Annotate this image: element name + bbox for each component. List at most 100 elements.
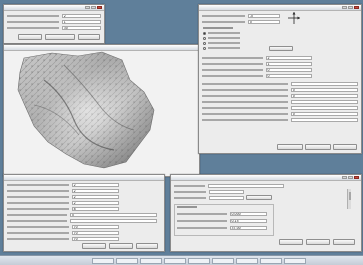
param-input[interactable]: 1 bbox=[61, 19, 101, 24]
param-label bbox=[202, 62, 263, 65]
param-input[interactable]: 70 bbox=[71, 236, 119, 241]
taskbar-item[interactable] bbox=[236, 257, 258, 264]
minimize-icon[interactable] bbox=[342, 5, 347, 9]
window-titlebar[interactable] bbox=[171, 175, 361, 181]
radio-label bbox=[208, 32, 240, 34]
param-row: -0 bbox=[202, 13, 280, 18]
exit-button[interactable] bbox=[333, 144, 357, 150]
param-row: 2 bbox=[7, 182, 119, 187]
radio-icon[interactable] bbox=[203, 41, 206, 45]
param-row: 70 bbox=[7, 230, 119, 235]
select-button[interactable] bbox=[269, 46, 293, 51]
param-label bbox=[7, 20, 59, 23]
exit-button[interactable] bbox=[333, 239, 355, 245]
param-input[interactable]: 0 bbox=[290, 93, 358, 98]
param-row: 0 bbox=[202, 87, 358, 92]
param-input[interactable] bbox=[208, 189, 244, 194]
window-titlebar[interactable] bbox=[4, 175, 164, 181]
param-input[interactable]: 30 bbox=[61, 25, 101, 30]
default-button[interactable] bbox=[45, 34, 75, 40]
maximize-icon[interactable] bbox=[91, 5, 96, 9]
window-titlebar[interactable] bbox=[199, 5, 361, 11]
minimize-icon[interactable] bbox=[85, 5, 90, 9]
exit-button[interactable] bbox=[136, 243, 158, 249]
close-icon[interactable] bbox=[97, 5, 102, 9]
terrain-surface-render[interactable] bbox=[4, 50, 199, 176]
taskbar-item[interactable] bbox=[284, 257, 306, 264]
param-input[interactable]: 2 bbox=[61, 13, 101, 18]
param-input[interactable]: 0 bbox=[265, 73, 312, 78]
mode-radio[interactable] bbox=[203, 41, 240, 45]
radio-selected-icon[interactable] bbox=[203, 31, 206, 35]
param-input[interactable] bbox=[207, 183, 284, 188]
param-row bbox=[202, 99, 358, 104]
param-label bbox=[177, 219, 227, 222]
close-icon[interactable] bbox=[354, 5, 359, 9]
apply-button[interactable] bbox=[82, 243, 106, 249]
param-input[interactable] bbox=[290, 99, 358, 104]
select-button[interactable] bbox=[246, 195, 272, 200]
minimize-icon[interactable] bbox=[342, 175, 347, 179]
param-input[interactable] bbox=[290, 105, 358, 110]
mode-radio[interactable] bbox=[203, 36, 240, 40]
radio-label bbox=[208, 47, 240, 49]
apply-button[interactable] bbox=[18, 34, 42, 40]
radio-icon[interactable] bbox=[203, 46, 206, 50]
param-input[interactable]: 0.15 bbox=[229, 218, 267, 223]
param-input[interactable]: 0 bbox=[247, 19, 280, 24]
param-label bbox=[7, 207, 69, 210]
param-row: 0 bbox=[202, 111, 358, 116]
axis-orientation-icon bbox=[288, 12, 300, 24]
param-input[interactable]: -0 bbox=[247, 13, 280, 18]
param-label bbox=[202, 106, 288, 109]
param-input[interactable]: 2 bbox=[71, 188, 119, 193]
param-input[interactable] bbox=[70, 218, 157, 223]
default-button[interactable] bbox=[306, 239, 330, 245]
param-label bbox=[202, 88, 288, 91]
param-input[interactable] bbox=[208, 195, 244, 200]
param-label bbox=[7, 201, 69, 204]
param-input[interactable]: 2 bbox=[71, 182, 119, 187]
taskbar-item[interactable] bbox=[92, 257, 114, 264]
param-input[interactable]: 0 bbox=[290, 111, 358, 116]
param-input[interactable]: 37.00 bbox=[229, 225, 267, 230]
param-row: 70 bbox=[7, 224, 119, 229]
maximize-icon[interactable] bbox=[348, 175, 353, 179]
exit-button[interactable] bbox=[78, 34, 100, 40]
default-button[interactable] bbox=[305, 144, 331, 150]
scrollbar-thumb[interactable] bbox=[348, 192, 351, 200]
taskbar-item[interactable] bbox=[188, 257, 210, 264]
param-input[interactable]: 0.000 bbox=[229, 211, 267, 216]
mode-radio[interactable] bbox=[203, 46, 240, 50]
default-button[interactable] bbox=[109, 243, 133, 249]
mode-radio[interactable] bbox=[203, 31, 240, 35]
param-input[interactable]: 0 bbox=[290, 87, 358, 92]
param-input[interactable]: 0 bbox=[265, 67, 312, 72]
param-input[interactable]: 0 bbox=[70, 212, 157, 217]
param-label bbox=[202, 112, 288, 115]
apply-button[interactable] bbox=[277, 144, 303, 150]
close-icon[interactable] bbox=[354, 175, 359, 179]
param-input[interactable] bbox=[290, 117, 358, 122]
taskbar-item[interactable] bbox=[116, 257, 138, 264]
params-window-bottom-left: 2 2 2 2 8 0 70 70 70 bbox=[3, 174, 165, 252]
param-label bbox=[202, 118, 288, 121]
taskbar-item[interactable] bbox=[260, 257, 282, 264]
param-input[interactable]: 2 bbox=[71, 200, 119, 205]
param-input[interactable]: 70 bbox=[71, 230, 119, 235]
apply-button[interactable] bbox=[279, 239, 303, 245]
taskbar-item[interactable] bbox=[212, 257, 234, 264]
taskbar-item[interactable] bbox=[140, 257, 162, 264]
vertical-scrollbar[interactable] bbox=[347, 189, 351, 209]
param-input[interactable]: 2 bbox=[265, 55, 312, 60]
radio-icon[interactable] bbox=[203, 36, 206, 40]
param-input[interactable]: 2 bbox=[71, 194, 119, 199]
taskbar-item[interactable] bbox=[164, 257, 186, 264]
maximize-icon[interactable] bbox=[348, 5, 353, 9]
param-label bbox=[7, 26, 59, 29]
param-input[interactable]: 70 bbox=[71, 224, 119, 229]
param-input[interactable]: 8 bbox=[71, 206, 119, 211]
param-input[interactable]: 1 bbox=[265, 61, 312, 66]
window-titlebar[interactable] bbox=[4, 5, 104, 11]
param-input[interactable] bbox=[290, 81, 358, 86]
